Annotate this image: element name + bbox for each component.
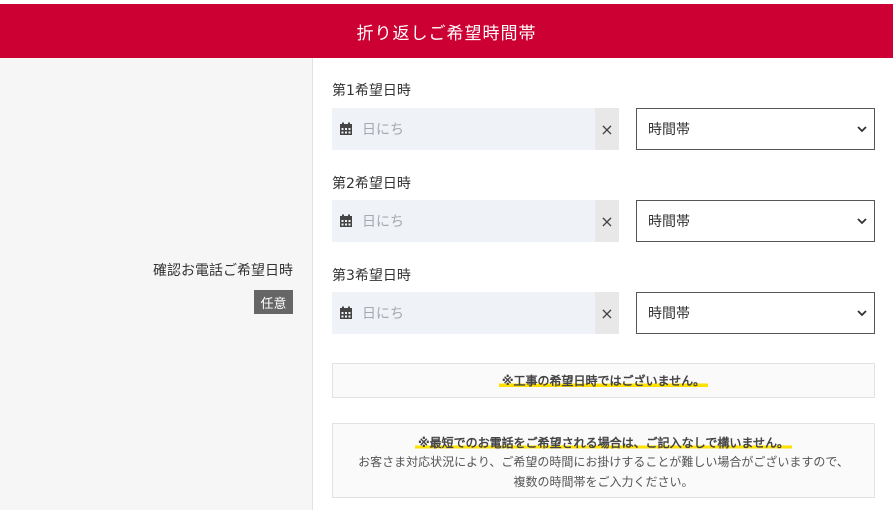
notice-line-1: お客さま対応状況により、ご希望の時間にお掛けすることが難しい場合がございますので… bbox=[358, 455, 849, 469]
close-icon: × bbox=[600, 303, 614, 323]
chevron-down-icon bbox=[857, 310, 867, 317]
slot-3-time-select[interactable]: 時間帯 bbox=[636, 292, 875, 334]
slot-1-time-select[interactable]: 時間帯 bbox=[636, 108, 875, 150]
slot-2-label: 第2希望日時 bbox=[332, 176, 411, 192]
notice-title: ※最短でのお電話をご希望される場合は、ご記入なしで構いません。 bbox=[415, 436, 792, 450]
slot-2-clear-button[interactable]: × bbox=[595, 200, 619, 242]
calendar-icon bbox=[340, 122, 352, 135]
calendar-icon bbox=[340, 306, 352, 319]
field-label-column: 確認お電話ご希望日時 任意 bbox=[0, 58, 313, 510]
calendar-icon bbox=[340, 214, 352, 227]
close-icon: × bbox=[600, 119, 614, 139]
date-placeholder: 日にち bbox=[362, 306, 404, 322]
slot-1-label: 第1希望日時 bbox=[332, 83, 411, 99]
notice-not-construction: ※工事の希望日時ではございません。 bbox=[332, 363, 875, 398]
slot-3-date-input[interactable]: 日にち bbox=[332, 292, 595, 334]
notice-text: ※工事の希望日時ではございません。 bbox=[498, 372, 709, 389]
date-placeholder: 日にち bbox=[362, 122, 404, 138]
time-select-value: 時間帯 bbox=[648, 214, 690, 230]
section-header: 折り返しご希望時間帯 bbox=[0, 4, 893, 58]
chevron-down-icon bbox=[857, 218, 867, 225]
slot-1-date-input[interactable]: 日にち bbox=[332, 108, 595, 150]
chevron-down-icon bbox=[857, 126, 867, 133]
optional-badge: 任意 bbox=[254, 290, 293, 314]
time-select-value: 時間帯 bbox=[648, 306, 690, 322]
slot-3-clear-button[interactable]: × bbox=[595, 292, 619, 334]
notice-line-2: 複数の時間帯をご入力ください。 bbox=[513, 475, 694, 489]
slot-3-label: 第3希望日時 bbox=[332, 268, 411, 284]
notice-callback-info: ※最短でのお電話をご希望される場合は、ご記入なしで構いません。 お客さま対応状況… bbox=[332, 423, 875, 498]
time-select-value: 時間帯 bbox=[648, 122, 690, 138]
close-icon: × bbox=[600, 211, 614, 231]
date-placeholder: 日にち bbox=[362, 214, 404, 230]
section-title: 折り返しご希望時間帯 bbox=[356, 23, 537, 44]
slot-2-time-select[interactable]: 時間帯 bbox=[636, 200, 875, 242]
slot-1-clear-button[interactable]: × bbox=[595, 108, 619, 150]
slot-2-date-input[interactable]: 日にち bbox=[332, 200, 595, 242]
field-label: 確認お電話ご希望日時 bbox=[153, 263, 293, 279]
